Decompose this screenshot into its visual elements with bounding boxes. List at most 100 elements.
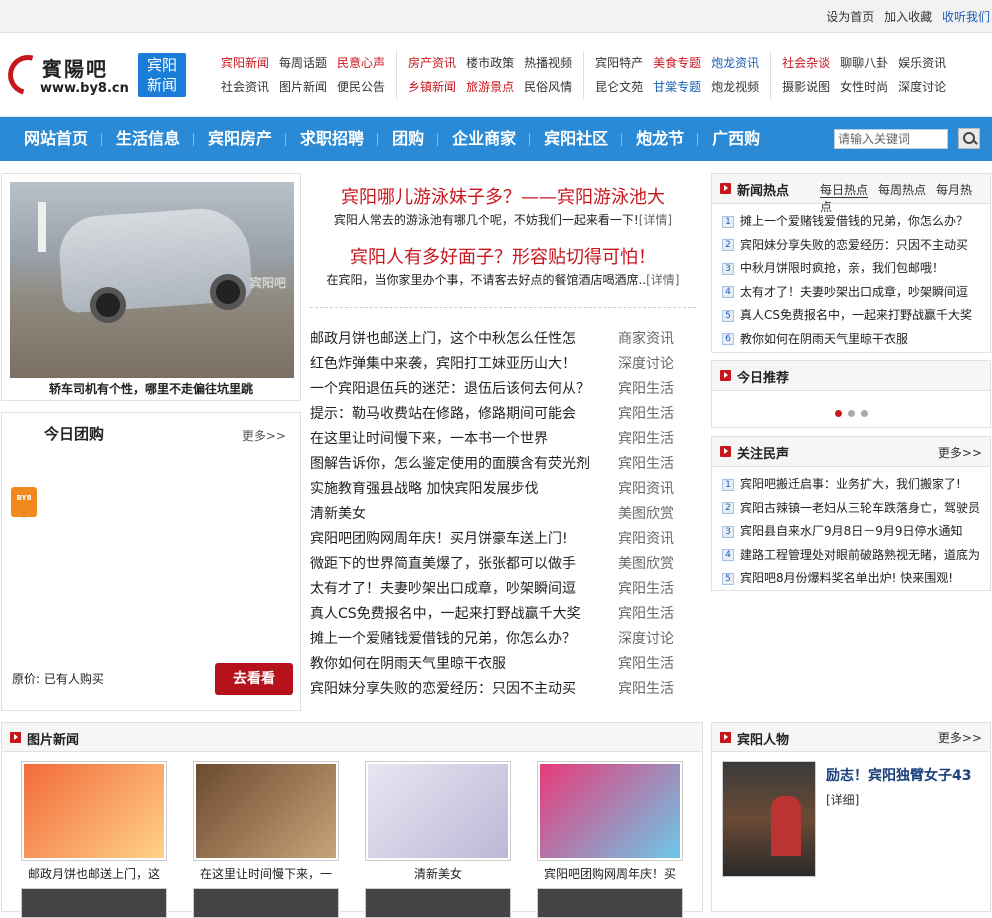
nav-link[interactable]: 甘棠专题 bbox=[653, 75, 701, 99]
nav-link[interactable]: 深度讨论 bbox=[898, 75, 946, 99]
list-item-category[interactable]: 宾阳生活 bbox=[618, 577, 674, 602]
main-nav-item[interactable]: 宾阳社区 bbox=[530, 117, 623, 161]
list-item-title[interactable]: 建路工程管理处对眼前破路熟视无睹，道底为 bbox=[740, 544, 980, 568]
picture-thumb[interactable] bbox=[365, 761, 511, 861]
list-item-title[interactable]: 提示：勒马收费站在修路，修路期间可能会 bbox=[310, 402, 618, 427]
list-item[interactable]: 4 太有才了！夫妻吵架出口成章，吵架瞬间逗 bbox=[722, 281, 990, 305]
carousel-dot[interactable] bbox=[861, 410, 868, 417]
list-item[interactable]: 宾阳妹分享失败的恋爱经历：只因不主动买 宾阳生活 bbox=[310, 677, 680, 702]
main-nav-item[interactable]: 求职招聘 bbox=[286, 117, 379, 161]
list-item-category[interactable]: 宾阳生活 bbox=[618, 427, 674, 452]
list-item-title[interactable]: 实施教育强县战略 加快宾阳发展步伐 bbox=[310, 477, 618, 502]
list-item-title[interactable]: 红色炸弹集中来袭，宾阳打工妹亚历山大！ bbox=[310, 352, 618, 377]
tab-weekly[interactable]: 每周热点 bbox=[878, 183, 926, 197]
nav-link[interactable]: 房产资讯 bbox=[408, 51, 456, 75]
person-photo[interactable] bbox=[722, 761, 816, 877]
list-item-title[interactable]: 教你如何在阴雨天气里晾干衣服 bbox=[740, 328, 908, 352]
list-item[interactable]: 提示：勒马收费站在修路，修路期间可能会 宾阳生活 bbox=[310, 402, 680, 427]
list-item[interactable]: 2 宾阳古辣镇一老妇从三轮车跌落身亡，驾驶员 bbox=[722, 497, 990, 521]
picture-thumb[interactable] bbox=[537, 761, 683, 861]
nav-link[interactable]: 旅游景点 bbox=[466, 75, 514, 99]
set-homepage-link[interactable]: 设为首页 bbox=[826, 10, 874, 24]
nav-link[interactable]: 民俗风情 bbox=[524, 75, 572, 99]
nav-link[interactable]: 女性时尚 bbox=[840, 75, 888, 99]
list-item[interactable]: 3 宾阳县自来水厂9月8日－9月9日停水通知 bbox=[722, 520, 990, 544]
list-item[interactable]: 红色炸弹集中来袭，宾阳打工妹亚历山大！ 深度讨论 bbox=[310, 352, 680, 377]
list-item[interactable]: 摊上一个爱赌钱爱借钱的兄弟，你怎么办？ 深度讨论 bbox=[310, 627, 680, 652]
list-item-title[interactable]: 真人CS免费报名中，一起来打野战赢千大奖 bbox=[740, 304, 972, 328]
nav-link[interactable]: 炮龙视频 bbox=[711, 75, 759, 99]
main-nav-item[interactable]: 广西购 bbox=[698, 117, 774, 161]
list-item[interactable]: 图解告诉你，怎么鉴定使用的面膜含有荧光剂 宾阳生活 bbox=[310, 452, 680, 477]
list-item-category[interactable]: 宾阳生活 bbox=[618, 402, 674, 427]
list-item-title[interactable]: 太有才了！夫妻吵架出口成章，吵架瞬间逗 bbox=[310, 577, 618, 602]
site-logo[interactable]: 賓陽吧 www.by8.cn bbox=[0, 47, 132, 105]
featured-photo-caption[interactable]: 轿车司机有个性，哪里不走偏往坑里跳 bbox=[2, 378, 300, 400]
list-item[interactable]: 6 教你如何在阴雨天气里晾干衣服 bbox=[722, 328, 990, 352]
main-nav-item[interactable]: 宾阳房产 bbox=[194, 117, 287, 161]
carousel-dot[interactable] bbox=[835, 410, 842, 417]
list-item-category[interactable]: 商家资讯 bbox=[618, 327, 674, 352]
list-item[interactable]: 宾阳吧团购网周年庆！买月饼豪车送上门! 宾阳资讯 bbox=[310, 527, 680, 552]
list-item-category[interactable]: 宾阳生活 bbox=[618, 652, 674, 677]
nav-link[interactable]: 图片新闻 bbox=[279, 75, 327, 99]
add-favorite-link[interactable]: 加入收藏 bbox=[884, 10, 932, 24]
nav-link[interactable]: 社会资讯 bbox=[221, 75, 269, 99]
person-more-link[interactable]: 更多>> bbox=[938, 729, 982, 746]
news-badge[interactable]: 宾阳 新闻 bbox=[138, 53, 186, 97]
main-nav-item[interactable]: 网站首页 bbox=[10, 117, 103, 161]
search-icon[interactable] bbox=[958, 128, 980, 149]
nav-link[interactable]: 昆仑文苑 bbox=[595, 75, 643, 99]
nav-link[interactable]: 民意心声 bbox=[337, 51, 385, 75]
nav-link[interactable]: 每周话题 bbox=[279, 51, 327, 75]
public-voice-more-link[interactable]: 更多>> bbox=[938, 444, 982, 461]
picture-thumb[interactable] bbox=[193, 761, 339, 861]
nav-link[interactable]: 便民公告 bbox=[337, 75, 385, 99]
group-buy-more-link[interactable]: 更多>> bbox=[242, 427, 286, 444]
picture-caption[interactable]: 在这里让时间慢下来，一 bbox=[193, 865, 339, 882]
list-item-category[interactable]: 美图欣赏 bbox=[618, 502, 674, 527]
list-item[interactable]: 一个宾阳退伍兵的迷茫：退伍后该何去何从？ 宾阳生活 bbox=[310, 377, 680, 402]
list-item[interactable]: 5 真人CS免费报名中，一起来打野战赢千大奖 bbox=[722, 304, 990, 328]
list-item-category[interactable]: 宾阳资讯 bbox=[618, 527, 674, 552]
headline-more-link[interactable]: [详情] bbox=[639, 213, 672, 227]
list-item-category[interactable]: 宾阳生活 bbox=[618, 377, 674, 402]
featured-photo[interactable]: 宾阳吧 bbox=[10, 182, 294, 378]
list-item-title[interactable]: 邮政月饼也邮送上门，这个中秋怎么任性怎 bbox=[310, 327, 618, 352]
main-nav-item[interactable]: 炮龙节 bbox=[622, 117, 699, 161]
list-item-title[interactable]: 摊上一个爱赌钱爱借钱的兄弟，你怎么办？ bbox=[310, 627, 618, 652]
list-item[interactable]: 4 建路工程管理处对眼前破路熟视无睹，道底为 bbox=[722, 544, 990, 568]
picture-thumb[interactable] bbox=[21, 888, 167, 918]
list-item-title[interactable]: 宾阳妹分享失败的恋爱经历：只因不主动买 bbox=[310, 677, 618, 702]
picture-thumb[interactable] bbox=[537, 888, 683, 918]
list-item[interactable]: 真人CS免费报名中，一起来打野战赢千大奖 宾阳生活 bbox=[310, 602, 680, 627]
go-see-button[interactable]: 去看看 bbox=[215, 663, 293, 695]
nav-link[interactable]: 社会杂谈 bbox=[782, 51, 830, 75]
headline-title[interactable]: 宾阳人有多好面子？形容贴切得可怕！ bbox=[306, 246, 700, 270]
main-nav-item[interactable]: 企业商家 bbox=[438, 117, 531, 161]
list-item-category[interactable]: 深度讨论 bbox=[618, 352, 674, 377]
nav-link[interactable]: 炮龙资讯 bbox=[711, 51, 759, 75]
main-nav-item[interactable]: 团购 bbox=[378, 117, 439, 161]
list-item-category[interactable]: 美图欣赏 bbox=[618, 552, 674, 577]
list-item-title[interactable]: 宾阳古辣镇一老妇从三轮车跌落身亡，驾驶员 bbox=[740, 497, 980, 521]
list-item-category[interactable]: 宾阳生活 bbox=[618, 602, 674, 627]
carousel-dot[interactable] bbox=[848, 410, 855, 417]
nav-link[interactable]: 乡镇新闻 bbox=[408, 75, 456, 99]
picture-thumb[interactable] bbox=[21, 761, 167, 861]
list-item-title[interactable]: 真人CS免费报名中，一起来打野战赢千大奖 bbox=[310, 602, 618, 627]
list-item-title[interactable]: 清新美女 bbox=[310, 502, 618, 527]
nav-link[interactable]: 热播视频 bbox=[524, 51, 572, 75]
nav-link[interactable]: 宾阳新闻 bbox=[221, 51, 269, 75]
list-item[interactable]: 3 中秋月饼限时疯抢，亲，我们包邮哦！ bbox=[722, 257, 990, 281]
list-item-title[interactable]: 宾阳县自来水厂9月8日－9月9日停水通知 bbox=[740, 520, 963, 544]
main-nav-item[interactable]: 生活信息 bbox=[102, 117, 195, 161]
nav-link[interactable]: 摄影说图 bbox=[782, 75, 830, 99]
list-item[interactable]: 实施教育强县战略 加快宾阳发展步伐 宾阳资讯 bbox=[310, 477, 680, 502]
follow-us-link[interactable]: 收听我们 bbox=[942, 10, 990, 24]
tab-daily[interactable]: 每日热点 bbox=[820, 183, 869, 198]
list-item-title[interactable]: 宾阳妹分享失败的恋爱经历：只因不主动买 bbox=[740, 234, 968, 258]
list-item-title[interactable]: 宾阳吧8月份爆料奖名单出炉! 快来围观! bbox=[740, 567, 953, 591]
list-item[interactable]: 5 宾阳吧8月份爆料奖名单出炉! 快来围观! bbox=[722, 567, 990, 591]
search-input[interactable]: 请输入关键词 bbox=[834, 129, 948, 149]
